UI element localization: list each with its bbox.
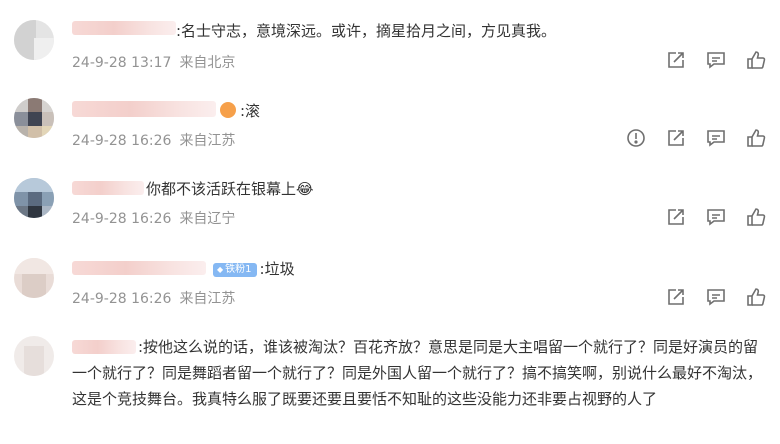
like-icon[interactable] [746,207,766,227]
flame-icon [220,102,236,118]
share-icon[interactable] [666,287,686,307]
comment-item: 你都不该活跃在银幕上😂 24-9-28 16:26 来自辽宁 [0,174,780,238]
comment-actions [626,128,766,148]
comment-date: 24-9-28 13:17 [72,55,172,71]
comment-date: 24-9-28 16:26 [72,291,172,307]
like-icon[interactable] [746,287,766,307]
comment-item: :按他这么说的话，谁该被淘汰？百花齐放？意思是同是大主唱留一个就行了？同是好演员… [0,334,780,444]
laughing-tears-emoji: 😂 [296,180,314,198]
fan-badge-label: 铁粉1 [225,264,252,275]
comment-actions [666,207,766,227]
comment-icon[interactable] [706,207,726,227]
comment-location: 来自辽宁 [179,211,236,227]
comment-text: ◆ 铁粉1:垃圾 [72,256,764,282]
comment-location: 来自江苏 [179,133,236,149]
comment-item: :滚 24-9-28 16:26 来自江苏 [0,94,780,158]
comment-item: :名士守志，意境深远。或许，摘星拾月之间，方见真我。 24-9-28 13:17… [0,14,780,78]
like-icon[interactable] [746,128,766,148]
comment-actions [666,50,766,70]
share-icon[interactable] [666,128,686,148]
report-icon[interactable] [626,128,646,148]
comment-text: 你都不该活跃在银幕上😂 [72,176,764,202]
avatar[interactable] [14,20,54,60]
avatar[interactable] [14,336,54,376]
avatar[interactable] [14,98,54,138]
avatar[interactable] [14,178,54,218]
comment-location: 来自北京 [179,55,236,71]
comment-meta: 24-9-28 16:26 来自辽宁 [72,208,243,228]
comment-body: :按他这么说的话，谁该被淘汰？百花齐放？意思是同是大主唱留一个就行了？同是好演员… [72,338,763,408]
comment-date: 24-9-28 16:26 [72,211,172,227]
diamond-icon: ◆ [217,265,224,274]
share-icon[interactable] [666,50,686,70]
comment-icon[interactable] [706,128,726,148]
comment-body: :名士守志，意境深远。或许，摘星拾月之间，方见真我。 [176,22,557,40]
comment-actions [666,287,766,307]
comment-body: 你都不该活跃在银幕上 [146,180,297,198]
comment-body: :垃圾 [259,260,295,278]
comment-icon[interactable] [706,287,726,307]
comment-item: ◆ 铁粉1:垃圾 24-9-28 16:26 来自江苏 [0,254,780,318]
comment-body: :滚 [240,102,261,120]
avatar[interactable] [14,258,54,298]
comment-text: :名士守志，意境深远。或许，摘星拾月之间，方见真我。 [72,18,764,44]
share-icon[interactable] [666,207,686,227]
like-icon[interactable] [746,50,766,70]
comment-text: :滚 [72,98,764,124]
comment-date: 24-9-28 16:26 [72,133,172,149]
comment-icon[interactable] [706,50,726,70]
comment-meta: 24-9-28 16:26 来自江苏 [72,288,243,308]
comment-meta: 24-9-28 16:26 来自江苏 [72,130,243,150]
fan-badge: ◆ 铁粉1 [213,263,257,277]
comment-text: :按他这么说的话，谁该被淘汰？百花齐放？意思是同是大主唱留一个就行了？同是好演员… [72,334,764,412]
comment-location: 来自江苏 [179,291,236,307]
comment-meta: 24-9-28 13:17 来自北京 [72,52,243,72]
